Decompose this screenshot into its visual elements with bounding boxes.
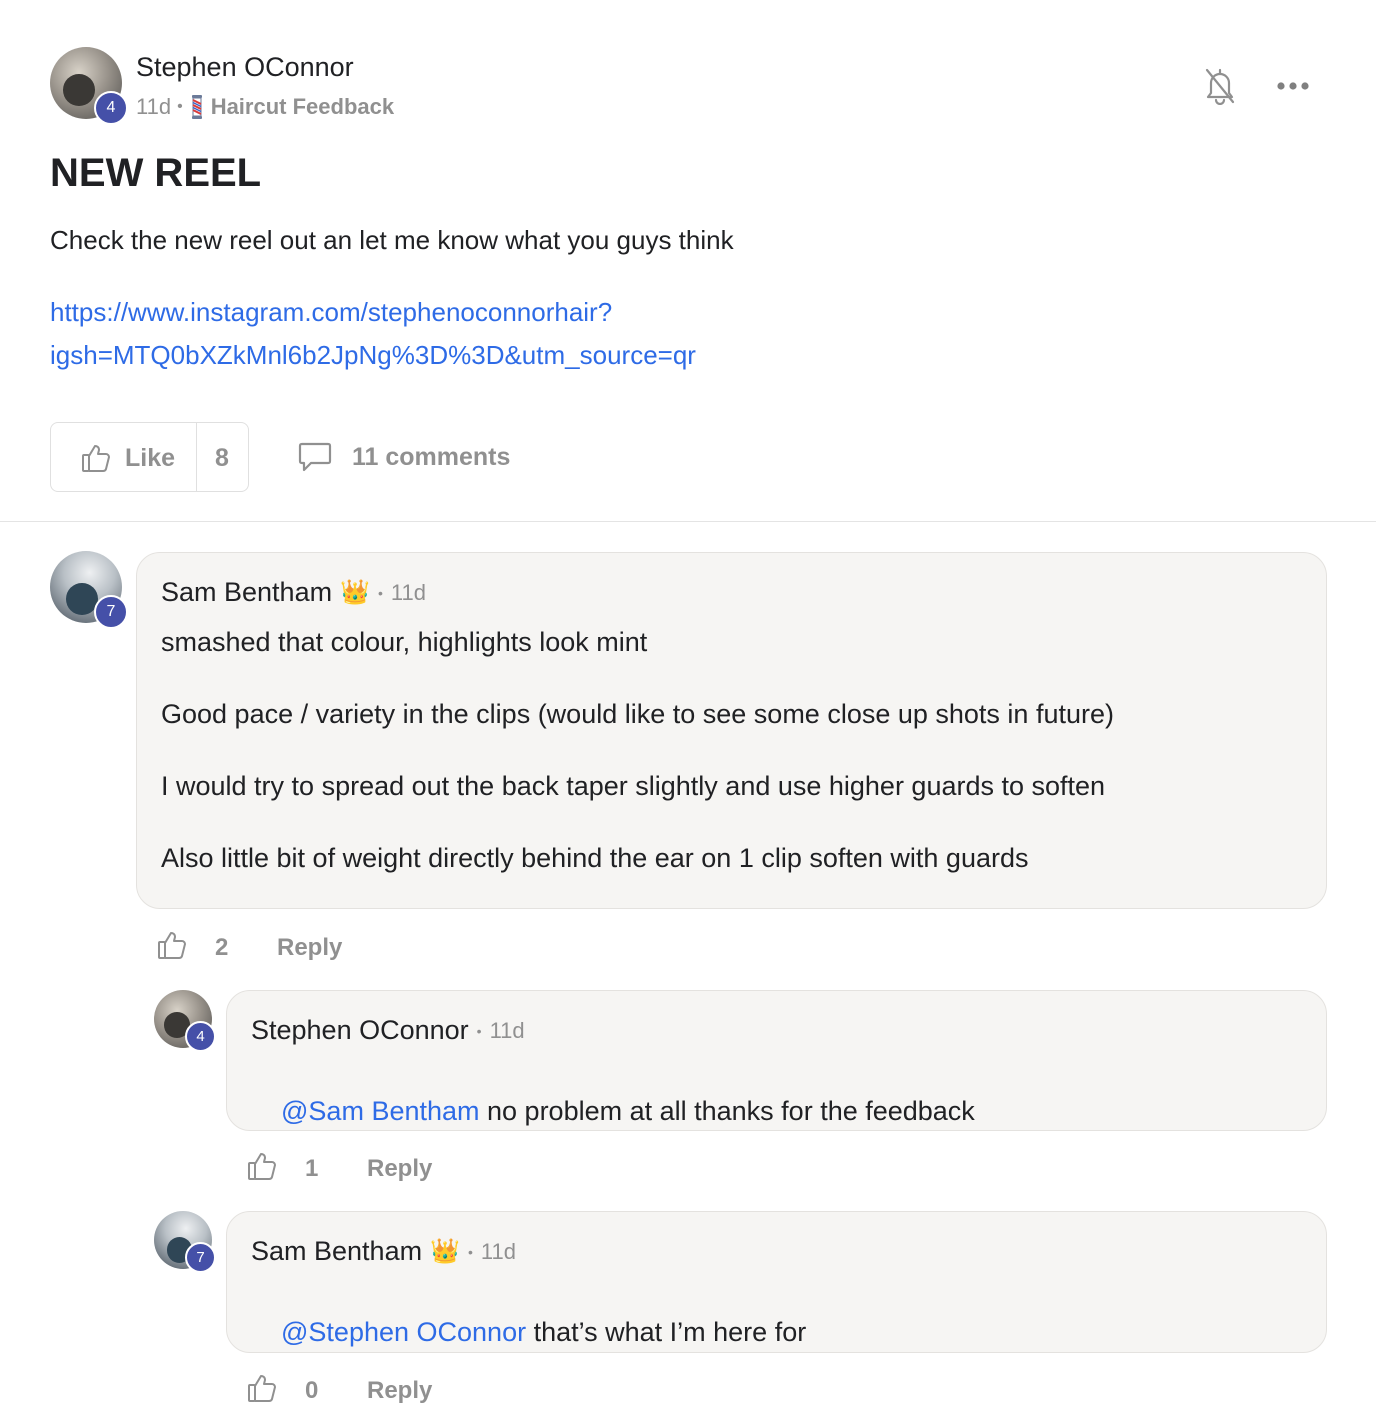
post-divider bbox=[0, 521, 1376, 522]
comment-icon[interactable] bbox=[298, 441, 332, 473]
thumbs-up-icon[interactable] bbox=[247, 1150, 277, 1182]
reply-text: @Sam Bentham no problem at all thanks fo… bbox=[251, 1065, 975, 1158]
post-body: Check the new reel out an let me know wh… bbox=[50, 225, 734, 255]
more-horizontal-icon[interactable] bbox=[1276, 80, 1310, 92]
bell-off-icon[interactable] bbox=[1204, 67, 1236, 105]
reply-avatar[interactable]: 4 bbox=[154, 990, 216, 1052]
reply-button[interactable]: Reply bbox=[277, 934, 342, 962]
comment-author[interactable]: Sam Bentham bbox=[161, 577, 332, 608]
thumbs-up-icon[interactable] bbox=[247, 1372, 277, 1404]
post-category[interactable]: Haircut Feedback bbox=[211, 94, 394, 120]
reply-level-badge: 4 bbox=[185, 1021, 216, 1052]
crown-icon: 👑 bbox=[430, 1238, 460, 1265]
reply-bubble: Sam Bentham 👑 • 11d @Stephen OConnor tha… bbox=[226, 1211, 1327, 1353]
reply-time: 11d bbox=[489, 1017, 525, 1043]
reply-avatar[interactable]: 7 bbox=[154, 1211, 216, 1273]
post-link-line-1[interactable]: https://www.instagram.com/stephenoconnor… bbox=[50, 291, 696, 334]
comment-avatar[interactable]: 7 bbox=[50, 551, 128, 629]
post-meta: 11d • Haircut Feedback bbox=[136, 94, 394, 120]
reply-button[interactable]: Reply bbox=[367, 1377, 432, 1405]
like-count[interactable]: 8 bbox=[215, 444, 229, 473]
reply-like-count: 0 bbox=[305, 1377, 319, 1404]
like-label: Like bbox=[125, 444, 176, 472]
reply-level-badge: 7 bbox=[185, 1242, 216, 1273]
comment-paragraph: Good pace / variety in the clips (would … bbox=[161, 699, 1114, 729]
post-title: NEW REEL bbox=[50, 151, 262, 195]
comment-paragraph: Also little bit of weight directly behin… bbox=[161, 843, 1029, 873]
post-author-avatar[interactable]: 4 bbox=[50, 47, 128, 125]
thumbs-up-icon[interactable] bbox=[157, 929, 187, 961]
post-like-button[interactable]: Like 8 bbox=[50, 422, 249, 492]
reply-like-count: 1 bbox=[305, 1155, 319, 1182]
comments-count[interactable]: 11 comments bbox=[352, 443, 510, 472]
thumbs-up-icon bbox=[81, 443, 111, 473]
comment-like-count: 2 bbox=[215, 934, 229, 961]
comment-level-badge: 7 bbox=[94, 595, 128, 629]
comment-paragraph: smashed that colour, highlights look min… bbox=[161, 627, 648, 657]
crown-icon: 👑 bbox=[340, 579, 370, 606]
mention-link[interactable]: @Sam Bentham bbox=[281, 1096, 480, 1126]
reply-button[interactable]: Reply bbox=[367, 1155, 432, 1183]
like-divider bbox=[196, 423, 197, 491]
comment-header: Sam Bentham 👑 • 11d bbox=[161, 577, 426, 608]
reply-body: no problem at all thanks for the feedbac… bbox=[479, 1096, 975, 1126]
meta-separator: • bbox=[377, 584, 383, 601]
post-link[interactable]: https://www.instagram.com/stephenoconnor… bbox=[50, 291, 696, 377]
reply-body: that’s what I’m here for bbox=[526, 1317, 807, 1347]
comment-time: 11d bbox=[390, 579, 426, 605]
reply-header: Stephen OConnor • 11d bbox=[251, 1015, 525, 1046]
reply-time: 11d bbox=[480, 1238, 516, 1264]
meta-separator: • bbox=[177, 98, 183, 115]
reply-header: Sam Bentham 👑 • 11d bbox=[251, 1236, 516, 1267]
mention-link[interactable]: @Stephen OConnor bbox=[281, 1317, 526, 1347]
post-link-line-2[interactable]: igsh=MTQ0bXZkMnl6b2JpNg%3D%3D&utm_source… bbox=[50, 334, 696, 377]
reply-text: @Stephen OConnor that’s what I’m here fo… bbox=[251, 1286, 806, 1379]
post-author-name[interactable]: Stephen OConnor bbox=[136, 52, 354, 83]
comment-bubble: Sam Bentham 👑 • 11d smashed that colour,… bbox=[136, 552, 1327, 909]
post-age: 11d bbox=[136, 94, 172, 119]
meta-separator: • bbox=[476, 1022, 482, 1039]
reply-author[interactable]: Stephen OConnor bbox=[251, 1015, 469, 1046]
reply-author[interactable]: Sam Bentham bbox=[251, 1236, 422, 1267]
author-level-badge: 4 bbox=[94, 91, 128, 125]
barber-pole-icon bbox=[189, 95, 205, 119]
reply-bubble: Stephen OConnor • 11d @Sam Bentham no pr… bbox=[226, 990, 1327, 1131]
meta-separator: • bbox=[467, 1243, 473, 1260]
comment-paragraph: I would try to spread out the back taper… bbox=[161, 771, 1106, 801]
